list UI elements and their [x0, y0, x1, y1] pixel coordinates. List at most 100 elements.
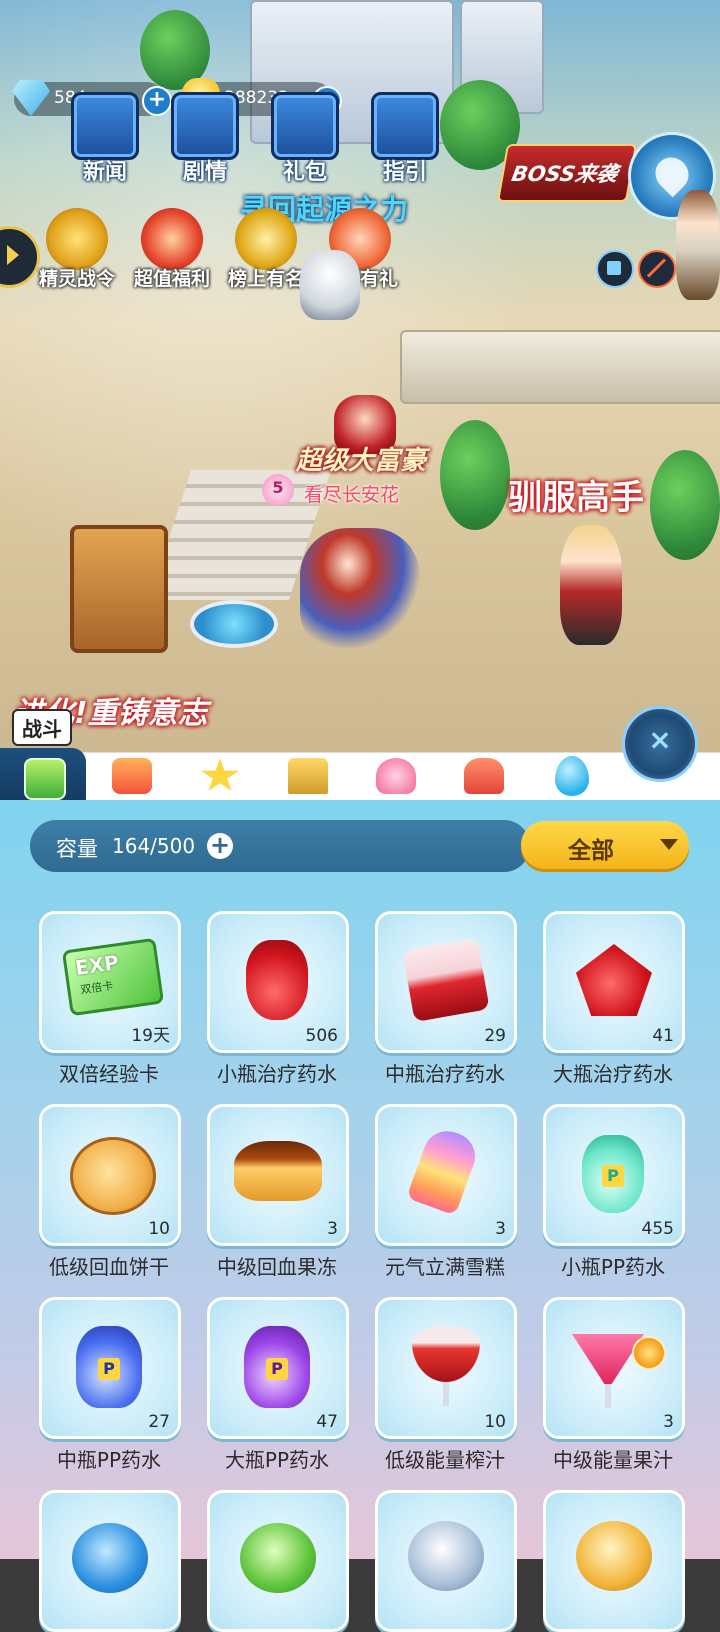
capacity-value: 164/500	[112, 834, 196, 858]
item-slot[interactable]	[39, 1490, 181, 1632]
npc-girl-character[interactable]	[560, 525, 622, 645]
item-name: 中瓶PP药水	[56, 1448, 162, 1472]
blue-fruit-icon	[72, 1523, 148, 1593]
item-name: 双倍经验卡	[59, 1062, 159, 1086]
large-red-potion-icon	[576, 944, 652, 1016]
tab-eggs[interactable]	[540, 752, 604, 800]
pp-label-text: P	[266, 1358, 288, 1380]
news-label: 新闻	[82, 160, 127, 185]
mute-icon	[646, 258, 667, 278]
item-slot[interactable]: 29	[375, 911, 517, 1053]
item-slot[interactable]	[543, 1490, 685, 1632]
tab-mounts[interactable]	[452, 752, 516, 800]
signboard	[70, 525, 168, 653]
small-red-potion-icon	[246, 940, 308, 1020]
news-button[interactable]: 新闻	[62, 92, 148, 186]
item-slot[interactable]: P 47	[207, 1297, 349, 1439]
battery-icon	[24, 758, 66, 800]
item-slot[interactable]: P 27	[39, 1297, 181, 1439]
close-bag-button[interactable]: ×	[622, 706, 698, 782]
guide-button[interactable]: 指引	[362, 92, 448, 186]
game-scene: 584 + 388232 + 新闻 剧情 礼包 指引 BOSS来袭 寻回起源之力…	[0, 0, 720, 800]
player-name: 看尽长安花	[304, 484, 400, 506]
orange-slice	[632, 1336, 666, 1370]
player-level-badge: 5	[262, 474, 294, 506]
speaker-icon	[607, 261, 621, 275]
item-slot[interactable]: 10	[39, 1104, 181, 1246]
glass-stem	[443, 1382, 449, 1406]
silver-badge-icon	[408, 1521, 484, 1591]
item-slot[interactable]: 41	[543, 911, 685, 1053]
green-fruit-icon	[240, 1523, 316, 1593]
dress-icon	[376, 758, 416, 794]
player-level: 5	[272, 478, 284, 497]
chevron-right-icon	[7, 245, 19, 265]
item-slot[interactable]: 3	[543, 1297, 685, 1439]
tab-materials[interactable]	[100, 752, 164, 800]
guide-icon	[371, 92, 439, 160]
item-slot[interactable]: 506	[207, 911, 349, 1053]
juice-glass-icon	[412, 1326, 480, 1382]
npc-boy-character[interactable]	[676, 190, 720, 300]
gift-pack-icon	[271, 92, 339, 160]
mute-button[interactable]	[638, 250, 676, 288]
exp-card-text: EXP	[73, 950, 121, 981]
item-slot[interactable]: EXP 双倍卡 19天	[39, 911, 181, 1053]
voice-button[interactable]	[596, 250, 634, 288]
capacity-label: 容量	[56, 837, 98, 861]
tree	[650, 450, 720, 560]
medium-red-potion-icon	[402, 937, 490, 1023]
item-slot[interactable]: 3	[207, 1104, 349, 1246]
boss-attack-button[interactable]: BOSS来袭	[496, 144, 638, 202]
gift-pack-button[interactable]: 礼包	[262, 92, 348, 186]
tab-outfits[interactable]	[364, 752, 428, 800]
pp-label-text: P	[602, 1165, 624, 1187]
item-name: 大瓶治疗药水	[553, 1062, 673, 1086]
item-name: 大瓶PP药水	[224, 1448, 330, 1472]
item-name: 低级能量榨汁	[385, 1448, 505, 1472]
battle-pass-label: 精灵战令	[38, 268, 115, 290]
tab-battle-items[interactable]	[0, 748, 86, 800]
item-count: 455	[641, 1219, 674, 1239]
gold-badge-icon	[576, 1521, 652, 1591]
npc-cat-character[interactable]	[300, 250, 360, 320]
item-count: 19天	[131, 1026, 170, 1046]
battle-pass-button[interactable]: 精灵战令	[22, 208, 132, 291]
item-slot[interactable]	[375, 1490, 517, 1632]
expand-capacity-button[interactable]: +	[207, 833, 233, 859]
blocks-icon	[112, 758, 152, 794]
star-icon	[200, 758, 240, 791]
exp-card-subtext: 双倍卡	[79, 979, 115, 997]
glass-stem	[605, 1384, 611, 1408]
close-icon: ×	[648, 723, 672, 756]
egg-icon	[555, 756, 589, 796]
trophy-icon	[235, 208, 297, 270]
large-pp-potion-icon: P	[244, 1326, 310, 1408]
rocking-horse-icon	[464, 758, 504, 794]
item-name: 元气立满雪糕	[385, 1255, 505, 1279]
item-slot[interactable]	[207, 1490, 349, 1632]
rider-character[interactable]	[300, 528, 420, 648]
boss-attack-label: BOSS来袭	[509, 162, 620, 186]
player-title: 超级大富豪	[296, 446, 427, 476]
fountain-pool	[190, 600, 278, 648]
tamer-banner: 驯服高手	[508, 478, 644, 518]
item-name: 小瓶治疗药水	[217, 1062, 337, 1086]
item-count: 41	[652, 1026, 674, 1046]
caret-down-icon	[660, 839, 678, 850]
item-slot[interactable]: 10	[375, 1297, 517, 1439]
bridge-wall	[400, 330, 720, 404]
badge-icon	[288, 758, 328, 794]
diamond-icon	[12, 79, 50, 116]
tab-stars[interactable]	[188, 752, 252, 800]
filter-label: 全部	[568, 838, 614, 864]
capacity-bar	[30, 820, 530, 872]
item-slot[interactable]: 3	[375, 1104, 517, 1246]
story-icon	[171, 92, 239, 160]
gift-pack-label: 礼包	[282, 160, 327, 185]
tab-titles[interactable]	[276, 752, 340, 800]
story-label: 剧情	[182, 160, 227, 185]
tab-battle-label: 战斗	[12, 709, 72, 746]
item-slot[interactable]: P 455	[543, 1104, 685, 1246]
story-button[interactable]: 剧情	[162, 92, 248, 186]
